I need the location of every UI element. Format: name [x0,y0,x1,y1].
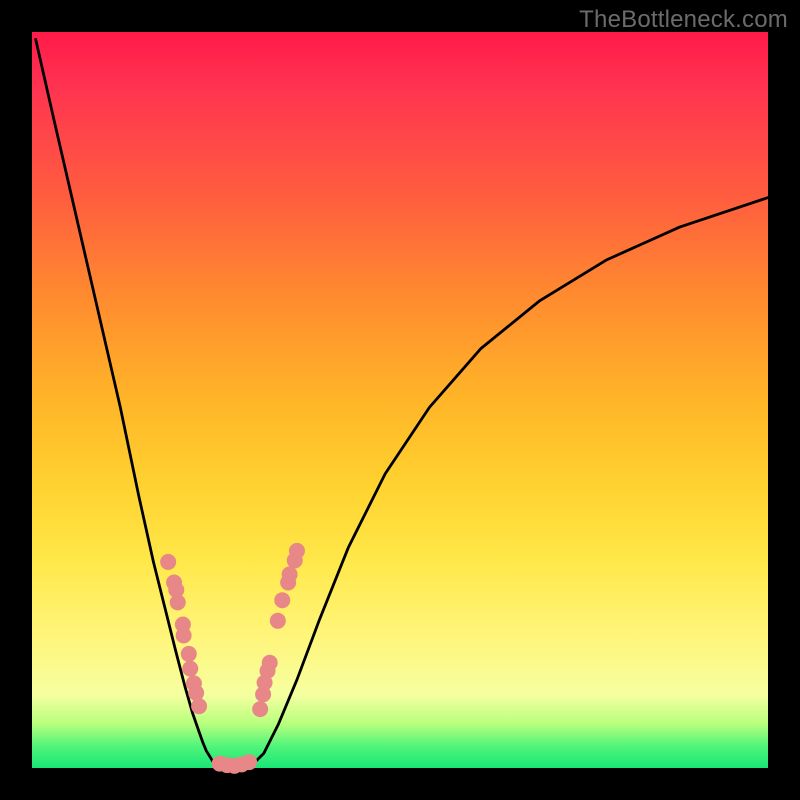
scatter-dot [182,661,198,677]
curve-path [36,39,768,767]
scatter-dot [289,543,305,559]
chart-overlay [32,32,768,768]
scatter-dot [191,698,207,714]
scatter-dot [181,646,197,662]
scatter-dot [188,685,204,701]
scatter-dot [241,754,257,770]
scatter-dot [270,613,286,629]
scatter-dot [282,566,298,582]
scatter-dot [274,592,290,608]
watermark-text: TheBottleneck.com [579,6,788,34]
scatter-dot [170,594,186,610]
bottleneck-curve [36,39,768,767]
scatter-dot [262,655,278,671]
scatter-dots [160,543,305,774]
scatter-dot [160,554,176,570]
scatter-dot [252,701,268,717]
scatter-dot [176,628,192,644]
chart-frame: TheBottleneck.com [0,0,800,800]
